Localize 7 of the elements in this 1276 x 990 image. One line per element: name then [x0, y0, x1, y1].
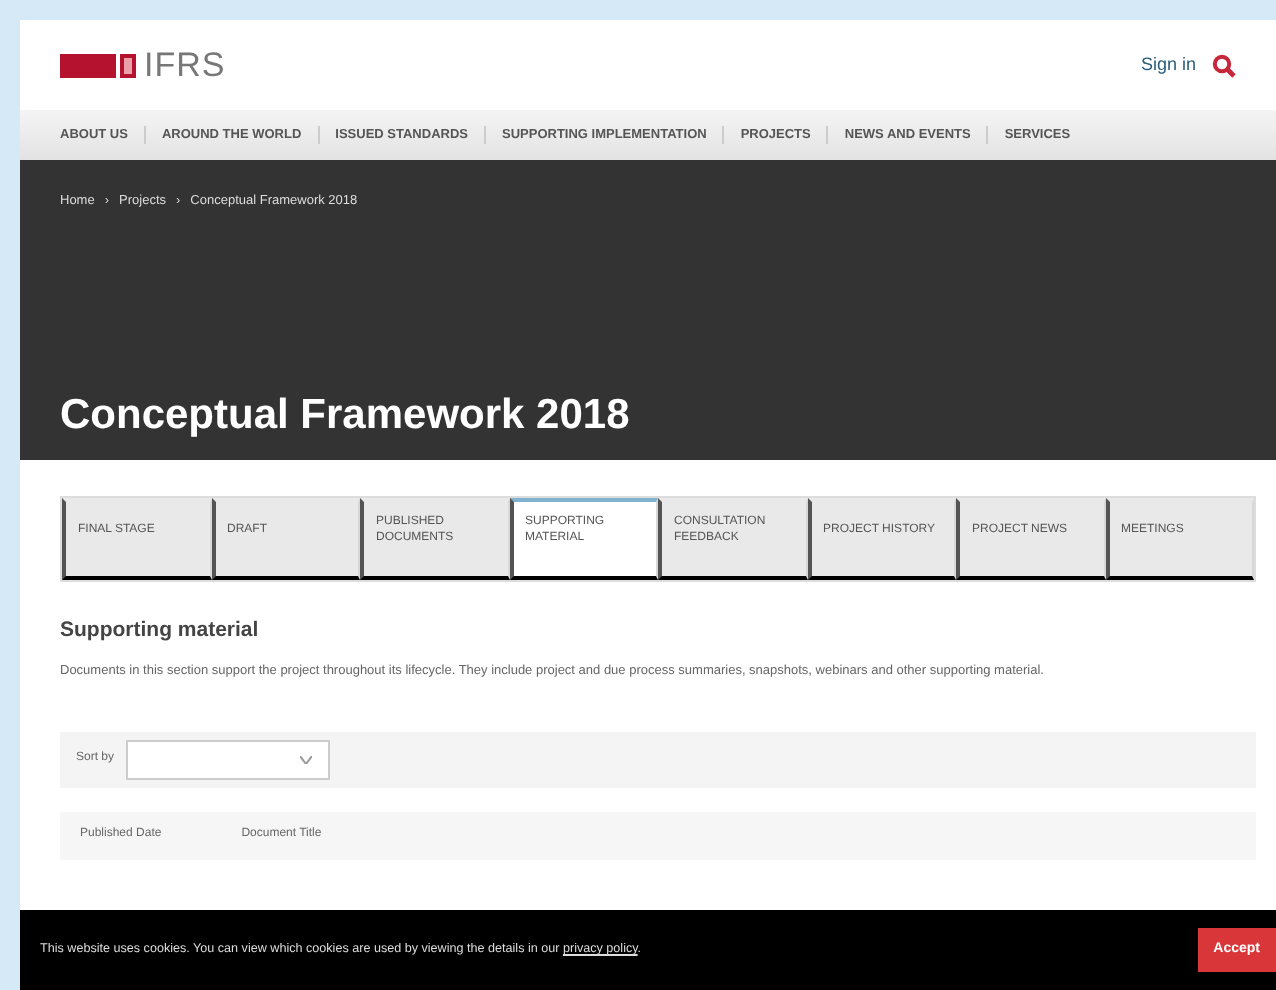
page-title: Conceptual Framework 2018: [60, 389, 632, 440]
logo-text: IFRS: [144, 43, 226, 88]
caret-icon: [300, 755, 313, 764]
section-heading: Supporting material: [60, 617, 261, 643]
sign-in-link[interactable]: Sign in: [1140, 51, 1196, 79]
search-icon[interactable]: [1212, 53, 1236, 77]
logo-icon: [60, 53, 136, 77]
